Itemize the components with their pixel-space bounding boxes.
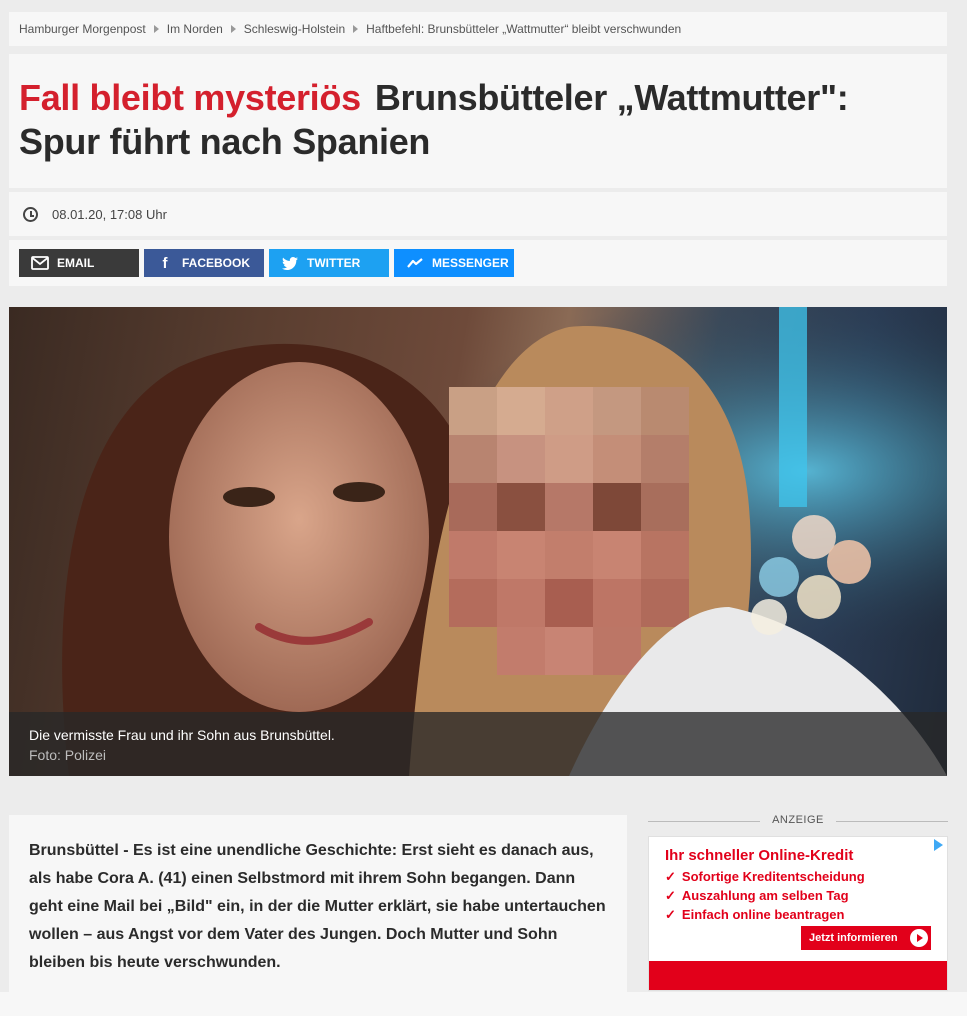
breadcrumb: Hamburger Morgenpost Im Norden Schleswig…	[9, 12, 947, 46]
ad-bullet: ✓ Einfach online beantragen	[665, 905, 865, 924]
page-title: Fall bleibt mysteriös Brunsbütteler „Watt…	[19, 76, 937, 164]
breadcrumb-item-current: Haftbefehl: Brunsbütteler „Wattmutter“ b…	[366, 22, 682, 36]
share-messenger-button[interactable]: MESSENGER	[394, 249, 514, 277]
share-twitter-label: TWITTER	[307, 256, 361, 270]
share-email-button[interactable]: EMAIL	[19, 249, 139, 277]
photo-credit: Foto: Polizei	[29, 747, 107, 763]
article-body: Brunsbüttel - Es ist eine unendliche Ges…	[9, 815, 627, 995]
ad-cta-button[interactable]: Jetzt informieren	[801, 926, 931, 950]
share-email-label: EMAIL	[57, 256, 95, 270]
ad-bullet: ✓ Auszahlung am selben Tag	[665, 886, 865, 905]
messenger-icon	[406, 254, 424, 272]
share-facebook-button[interactable]: f FACEBOOK	[144, 249, 264, 277]
checkmark-icon: ✓	[665, 869, 676, 884]
article-meta: 08.01.20, 17:08 Uhr	[9, 192, 947, 236]
envelope-icon	[31, 254, 49, 272]
page-bottom-strip	[0, 992, 967, 1016]
ad-bullet-text: Sofortige Kreditentscheidung	[681, 869, 865, 884]
ad-title: Ihr schneller Online-Kredit	[665, 847, 854, 864]
breadcrumb-separator-icon	[230, 25, 236, 33]
ad-banner[interactable]: Ihr schneller Online-Kredit ✓ Sofortige K…	[648, 836, 948, 991]
ad-bullet-text: Einfach online beantragen	[681, 907, 845, 922]
share-facebook-label: FACEBOOK	[182, 256, 251, 270]
breadcrumb-item-home[interactable]: Hamburger Morgenpost	[19, 22, 146, 36]
adchoices-icon[interactable]	[934, 839, 943, 851]
article-lead: Brunsbüttel - Es ist eine unendliche Ges…	[29, 842, 606, 971]
ad-red-band	[649, 961, 947, 990]
ad-bullet-text: Auszahlung am selben Tag	[681, 888, 849, 903]
breadcrumb-separator-icon	[353, 25, 359, 33]
share-twitter-button[interactable]: TWITTER	[269, 249, 389, 277]
article-photo[interactable]: Die vermisste Frau und ihr Sohn aus Brun…	[9, 307, 947, 776]
checkmark-icon: ✓	[665, 907, 676, 922]
headline-kicker: Fall bleibt mysteriös	[19, 77, 361, 118]
share-messenger-label: MESSENGER	[432, 256, 509, 270]
headline-box: Fall bleibt mysteriös Brunsbütteler „Watt…	[9, 54, 947, 188]
twitter-bird-icon	[281, 254, 299, 272]
breadcrumb-item-im-norden[interactable]: Im Norden	[167, 22, 223, 36]
breadcrumb-item-schleswig-holstein[interactable]: Schleswig-Holstein	[244, 22, 345, 36]
clock-icon	[23, 206, 38, 222]
breadcrumb-separator-icon	[153, 25, 159, 33]
photo-caption: Die vermisste Frau und ihr Sohn aus Brun…	[9, 712, 947, 776]
photo-image	[9, 307, 947, 776]
arrow-right-icon	[910, 929, 928, 947]
ad-label: ANZEIGE	[648, 814, 948, 826]
ad-cta-label: Jetzt informieren	[809, 932, 898, 944]
photo-caption-text: Die vermisste Frau und ihr Sohn aus Brun…	[29, 727, 335, 743]
ad-bullet: ✓ Sofortige Kreditentscheidung	[665, 867, 865, 886]
checkmark-icon: ✓	[665, 888, 676, 903]
ad-bullets: ✓ Sofortige Kreditentscheidung ✓ Auszahlun…	[665, 867, 865, 924]
publish-datetime: 08.01.20, 17:08 Uhr	[52, 206, 167, 222]
facebook-icon: f	[162, 254, 168, 272]
share-bar: EMAIL f FACEBOOK TWITTER MESSENGER	[9, 240, 947, 286]
